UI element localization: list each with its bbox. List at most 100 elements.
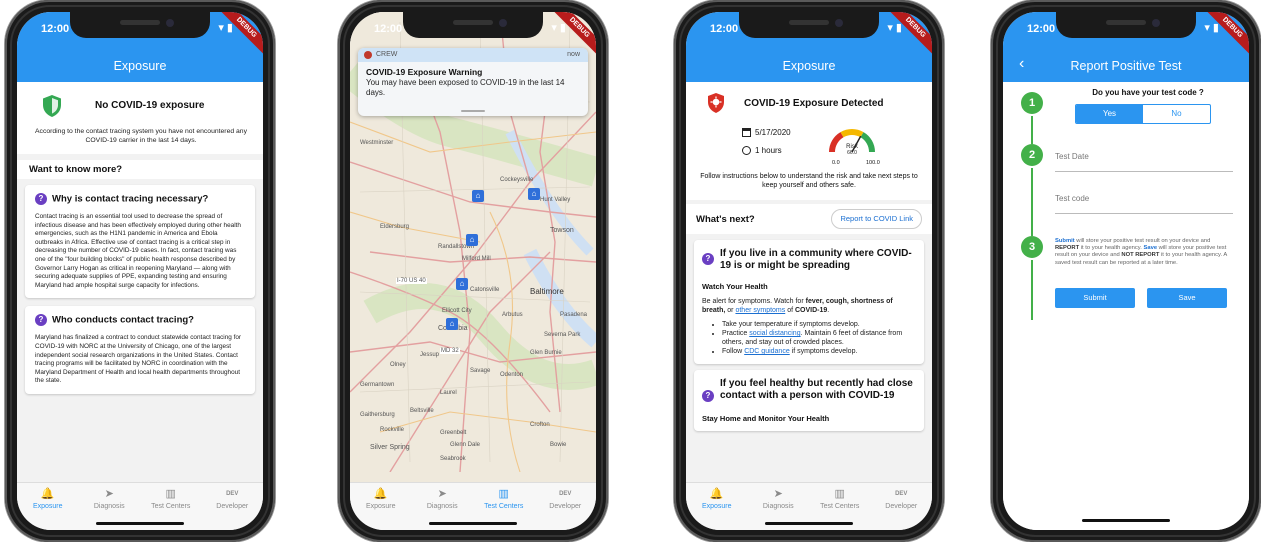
clock-icon [742,146,751,156]
no-button[interactable]: No [1143,105,1210,123]
social-distancing-link[interactable]: social distancing [749,330,800,337]
content: COVID-19 Exposure Detected 5/17/2020 1 h… [686,82,932,482]
guidance-card: ? If you live in a community where COVID-… [694,240,924,364]
place-label: Rockville [380,427,405,433]
home-indicator [96,522,184,525]
step-connector [1031,260,1033,320]
other-symptoms-link[interactable]: other symptoms [735,307,785,314]
place-label: I-70 US 40 [396,278,427,284]
faq-title[interactable]: ? Who conducts contact tracing? [35,314,245,327]
send-icon: ➤ [773,488,783,500]
test-center-marker[interactable]: ⌂ [446,318,458,330]
app-icon [364,51,372,59]
place-label: Germantown [360,382,395,388]
risk-gauge: Risk 66.0 [829,129,875,156]
test-center-marker[interactable]: ⌂ [472,190,484,202]
faq-title-text: Why is contact tracing necessary? [52,193,209,205]
tab-label: Test Centers [151,503,191,510]
place-label: Pasadena [560,312,588,318]
send-icon: ➤ [437,488,447,500]
gauge-min: 0.0 [832,160,840,166]
report-link-button[interactable]: Report to COVID Link [831,209,922,229]
screen: Exposure 12:00 ▾ ▮ DEBUG COVID-19 Exposu… [686,12,932,530]
place-label: Hunt Valley [540,197,571,203]
list-item: Take your temperature if symptoms develo… [722,320,916,329]
map-icon: ▥ [834,488,845,500]
tab-label: Exposure [365,503,396,510]
phone-exposure-none: Exposure 12:00 ▾ ▮ DEBUG No COVID-19 exp… [5,0,275,542]
guidance-card: ? If you feel healthy but recently had cl… [694,370,924,431]
guidance-list: Take your temperature if symptoms develo… [722,320,916,356]
place-label: Arbutus [502,312,523,318]
guidance-title[interactable]: ? If you feel healthy but recently had cl… [702,378,916,402]
text: it to your health agency. [1079,245,1144,252]
notch [70,12,210,38]
tab-exposure[interactable]: 🔔 Exposure [17,487,79,510]
duration-row: 1 hours [742,146,782,156]
exposure-date: 5/17/2020 [755,128,791,137]
place-label: Jessup [420,352,440,358]
notch [403,12,543,38]
yes-button[interactable]: Yes [1076,105,1143,123]
notification-handle[interactable] [461,110,485,112]
test-center-marker[interactable]: ⌂ [466,234,478,246]
tab-diagnosis[interactable]: ➤ Diagnosis [79,487,141,510]
tab-developer[interactable]: DEV Developer [871,487,933,510]
text: . [827,307,830,314]
tab-diagnosis[interactable]: ➤ Diagnosis [412,487,474,510]
save-button[interactable]: Save [1147,288,1227,308]
step-connector [1031,168,1033,236]
dev-icon: DEV [226,491,239,497]
submit-button[interactable]: Submit [1055,288,1135,308]
shield-icon [43,95,61,117]
tab-test-centers[interactable]: ▥ Test Centers [809,487,871,510]
test-code-question: Do you have your test code ? [1092,88,1204,97]
submit-info: Submit will store your positive test res… [1055,238,1233,267]
wifi-icon: ▾ ▮ [218,22,233,34]
tab-diagnosis[interactable]: ➤ Diagnosis [748,487,810,510]
exposure-panel: COVID-19 Exposure Detected 5/17/2020 1 h… [686,82,932,200]
tab-developer[interactable]: DEV Developer [535,487,597,510]
guidance-paragraph: Be alert for symptoms. Watch for fever, … [702,297,916,315]
step-connector [1031,116,1033,144]
cdc-guidance-link[interactable]: CDC guidance [744,348,790,355]
place-label: Eldersburg [380,224,410,230]
tab-label: Test Centers [820,503,860,510]
faq-title[interactable]: ? Why is contact tracing necessary? [35,193,245,205]
wifi-icon: ▾ ▮ [1204,22,1219,34]
dev-icon: DEV [895,491,908,497]
tab-developer[interactable]: DEV Developer [202,487,264,510]
test-date-field[interactable]: Test Date [1055,152,1233,172]
guidance-title[interactable]: ? If you live in a community where COVID-… [702,248,916,272]
send-icon: ➤ [104,488,114,500]
place-label: Olney [390,362,406,368]
phone-test-centers: Westminster Eldersburg Randallstown Milf… [338,0,608,542]
tab-test-centers[interactable]: ▥ Test Centers [473,487,535,510]
tab-test-centers[interactable]: ▥ Test Centers [140,487,202,510]
dev-icon: DEV [559,491,572,497]
next-row: What's next? Report to COVID Link [686,204,932,234]
text: of [785,307,795,314]
section-heading: Want to know more? [17,160,263,179]
notification-banner[interactable]: CREW now COVID-19 Exposure Warning You m… [358,48,588,116]
screen: ‹ Report Positive Test 12:00 ▾ ▮ DEBUG 1… [1003,12,1249,530]
place-label: Odenton [500,372,524,378]
bell-icon: 🔔 [373,488,388,500]
test-center-marker[interactable]: ⌂ [528,188,540,200]
text: if symptoms develop. [789,348,858,355]
text: Practice [722,330,750,337]
test-center-marker[interactable]: ⌂ [456,278,468,290]
tab-exposure[interactable]: 🔔 Exposure [350,487,412,510]
tab-label: Developer [885,503,918,510]
gauge-risk-value: 66.0 [847,150,857,156]
bell-icon: 🔔 [40,488,55,500]
tab-exposure[interactable]: 🔔 Exposure [686,487,748,510]
faq-card: ? Who conducts contact tracing? Maryland … [25,306,255,394]
info-save: Save [1143,245,1158,252]
phone-exposure-detected: Exposure 12:00 ▾ ▮ DEBUG COVID-19 Exposu… [674,0,944,542]
notification-body: You may have been exposed to COVID-19 in… [366,78,565,97]
test-code-field[interactable]: Test code [1055,194,1233,214]
place-label: Catonsville [470,287,500,293]
status-time: 12:00 [1027,23,1056,35]
map-icon: ▥ [165,488,176,500]
